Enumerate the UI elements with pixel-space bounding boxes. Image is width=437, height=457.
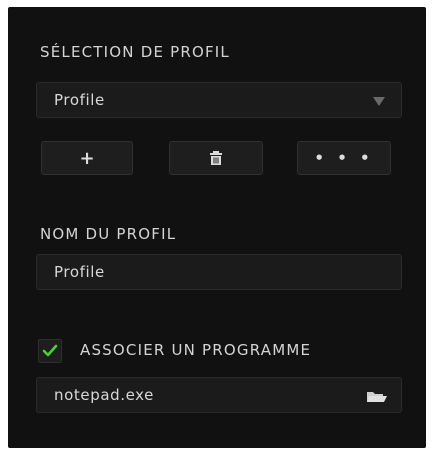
add-profile-button[interactable]: + xyxy=(41,141,133,175)
add-label: + xyxy=(79,147,95,169)
profile-panel: SÉLECTION DE PROFIL Profile + • • • NOM … xyxy=(8,7,426,448)
checkmark-icon xyxy=(42,344,58,357)
folder-icon[interactable] xyxy=(367,391,387,403)
delete-profile-button[interactable] xyxy=(169,141,263,175)
program-path-value: notepad.exe xyxy=(54,386,155,404)
more-options-button[interactable]: • • • xyxy=(297,141,391,175)
program-path-field[interactable]: notepad.exe xyxy=(36,377,402,413)
link-program-checkbox[interactable] xyxy=(38,339,62,363)
profile-selection-title: SÉLECTION DE PROFIL xyxy=(40,43,230,61)
profile-select-value: Profile xyxy=(54,91,105,109)
more-label: • • • xyxy=(314,149,374,167)
profile-name-value: Profile xyxy=(54,263,105,281)
link-program-label: ASSOCIER UN PROGRAMME xyxy=(80,341,312,359)
profile-name-title: NOM DU PROFIL xyxy=(40,225,177,243)
dropdown-arrow-icon xyxy=(373,97,385,106)
trash-icon xyxy=(210,151,222,165)
profile-select-dropdown[interactable]: Profile xyxy=(36,82,402,118)
profile-name-input[interactable]: Profile xyxy=(36,254,402,290)
